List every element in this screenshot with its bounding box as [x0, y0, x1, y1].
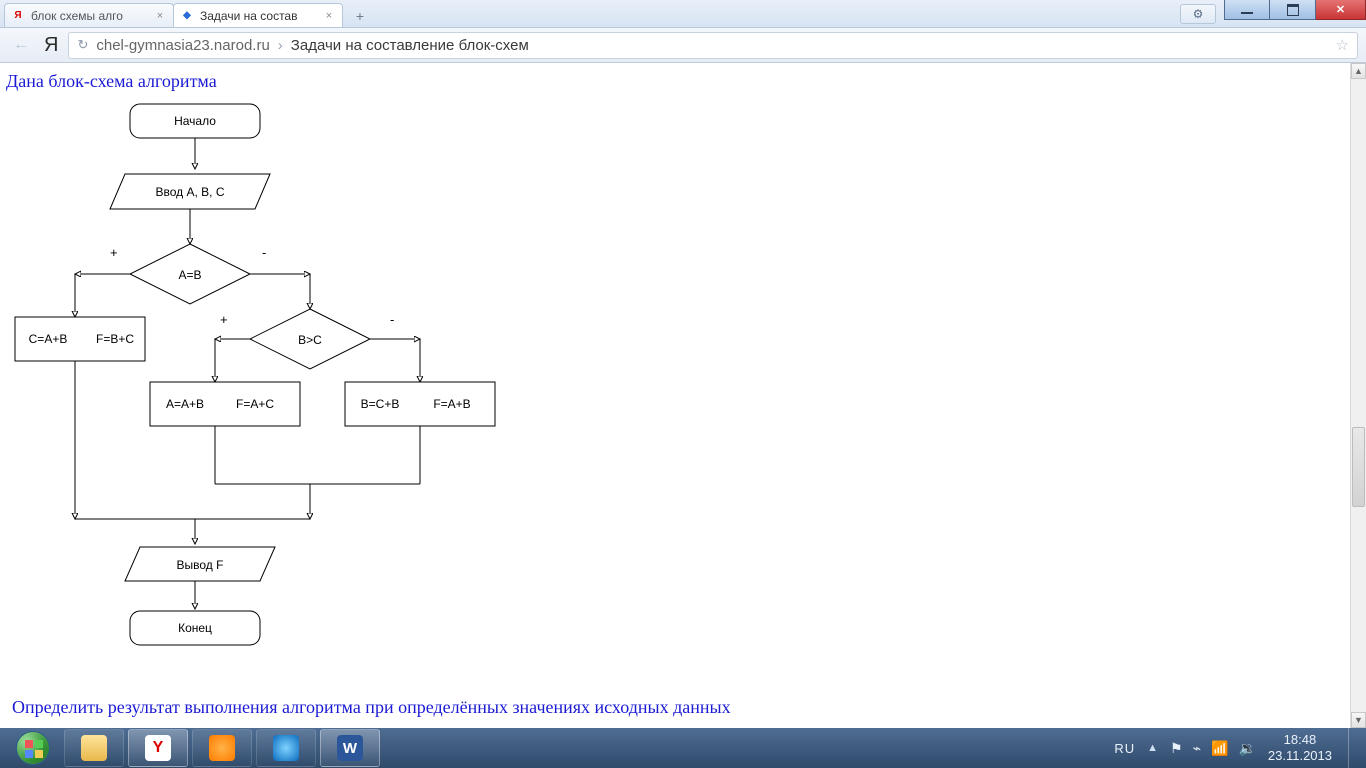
- flowchart: Начало Ввод A, B, C A=B + - C=A+B F=B+C: [0, 99, 560, 719]
- svg-text:A=B: A=B: [178, 268, 201, 282]
- tab-close-icon[interactable]: ×: [153, 9, 167, 23]
- tray-overflow-icon[interactable]: ▲: [1147, 742, 1158, 754]
- tab-1[interactable]: Я блок схемы алго ×: [4, 3, 174, 27]
- url-host: chel-gymnasia23.narod.ru: [96, 37, 269, 54]
- svg-text:+: +: [220, 312, 228, 327]
- ie-icon: [273, 735, 299, 761]
- clock-date: 23.11.2013: [1268, 748, 1332, 764]
- start-button[interactable]: [6, 728, 60, 768]
- tab-strip: Я блок схемы алго × ◆ Задачи на состав ×…: [0, 0, 374, 27]
- page-content: Дана блок-схема алгоритма Начало Ввод A,…: [0, 63, 1350, 728]
- svg-text:-: -: [262, 245, 266, 260]
- window-maximize-button[interactable]: [1270, 0, 1316, 20]
- svg-text:Вывод F: Вывод F: [177, 558, 224, 572]
- task-wmp[interactable]: [192, 729, 252, 767]
- new-tab-button[interactable]: +: [346, 5, 374, 27]
- tab-title: блок схемы алго: [31, 9, 147, 23]
- caption-buttons: ⚙: [1180, 0, 1366, 27]
- page-title-crumb: Задачи на составление блок-схем: [291, 37, 529, 54]
- svg-text:C=A+B: C=A+B: [29, 332, 68, 346]
- tab-close-icon[interactable]: ×: [322, 9, 336, 23]
- clock[interactable]: 18:48 23.11.2013: [1268, 732, 1332, 765]
- clock-time: 18:48: [1268, 732, 1332, 748]
- svg-text:B>C: B>C: [298, 333, 322, 347]
- settings-gear-icon[interactable]: ⚙: [1180, 4, 1216, 24]
- wmp-icon: [209, 735, 235, 761]
- input-lang[interactable]: RU: [1114, 741, 1135, 756]
- tray-icons: ⚑ ⌁ 📶 🔉: [1170, 740, 1256, 757]
- page-viewport: Дана блок-схема алгоритма Начало Ввод A,…: [0, 63, 1366, 728]
- svg-text:Конец: Конец: [178, 621, 212, 635]
- word-icon: [337, 735, 363, 761]
- task-word[interactable]: [320, 729, 380, 767]
- taskbar: RU ▲ ⚑ ⌁ 📶 🔉 18:48 23.11.2013: [0, 728, 1366, 768]
- explorer-icon: [81, 735, 107, 761]
- favicon-site: ◆: [180, 9, 194, 23]
- tab-2[interactable]: ◆ Задачи на состав ×: [173, 3, 343, 27]
- window-minimize-button[interactable]: [1224, 0, 1270, 20]
- browser-toolbar: ← Я ↻ chel-gymnasia23.narod.ru › Задачи …: [0, 28, 1366, 63]
- scroll-thumb[interactable]: [1352, 427, 1365, 507]
- yandex-icon: [145, 735, 171, 761]
- breadcrumb-sep-icon: ›: [278, 37, 283, 54]
- power-icon[interactable]: ⌁: [1193, 740, 1201, 757]
- favicon-yandex: Я: [11, 9, 25, 23]
- svg-text:F=A+C: F=A+C: [236, 397, 274, 411]
- address-bar[interactable]: ↻ chel-gymnasia23.narod.ru › Задачи на с…: [68, 32, 1358, 59]
- reload-icon[interactable]: ↻: [77, 37, 88, 53]
- flag-icon[interactable]: ⚑: [1170, 740, 1183, 757]
- svg-text:-: -: [390, 312, 394, 327]
- window-close-button[interactable]: [1316, 0, 1366, 20]
- svg-text:A=A+B: A=A+B: [166, 397, 204, 411]
- vertical-scrollbar[interactable]: ▲ ▼: [1350, 63, 1366, 728]
- tab-title: Задачи на состав: [200, 9, 316, 23]
- svg-text:+: +: [110, 245, 118, 260]
- svg-text:B=C+B: B=C+B: [361, 397, 400, 411]
- system-tray: RU ▲ ⚑ ⌁ 📶 🔉 18:48 23.11.2013: [1114, 732, 1338, 765]
- show-desktop-button[interactable]: [1348, 728, 1360, 768]
- back-button[interactable]: ←: [8, 32, 34, 58]
- window-titlebar: Я блок схемы алго × ◆ Задачи на состав ×…: [0, 0, 1366, 28]
- start-orb-icon: [16, 731, 50, 765]
- volume-icon[interactable]: 🔉: [1238, 740, 1255, 757]
- yandex-logo-icon[interactable]: Я: [42, 34, 60, 57]
- scroll-track[interactable]: [1351, 79, 1366, 712]
- svg-text:F=A+B: F=A+B: [433, 397, 470, 411]
- scroll-up-icon[interactable]: ▲: [1351, 63, 1366, 79]
- bookmark-star-icon[interactable]: ☆: [1336, 36, 1349, 54]
- svg-text:Начало: Начало: [174, 114, 216, 128]
- heading-bottom: Определить результат выполнения алгоритм…: [6, 689, 731, 724]
- task-yandex[interactable]: [128, 729, 188, 767]
- svg-text:Ввод A, B, C: Ввод A, B, C: [156, 185, 225, 199]
- network-icon[interactable]: 📶: [1211, 740, 1228, 757]
- heading-top: Дана блок-схема алгоритма: [0, 63, 1350, 98]
- task-explorer[interactable]: [64, 729, 124, 767]
- scroll-down-icon[interactable]: ▼: [1351, 712, 1366, 728]
- svg-text:F=B+C: F=B+C: [96, 332, 134, 346]
- task-ie[interactable]: [256, 729, 316, 767]
